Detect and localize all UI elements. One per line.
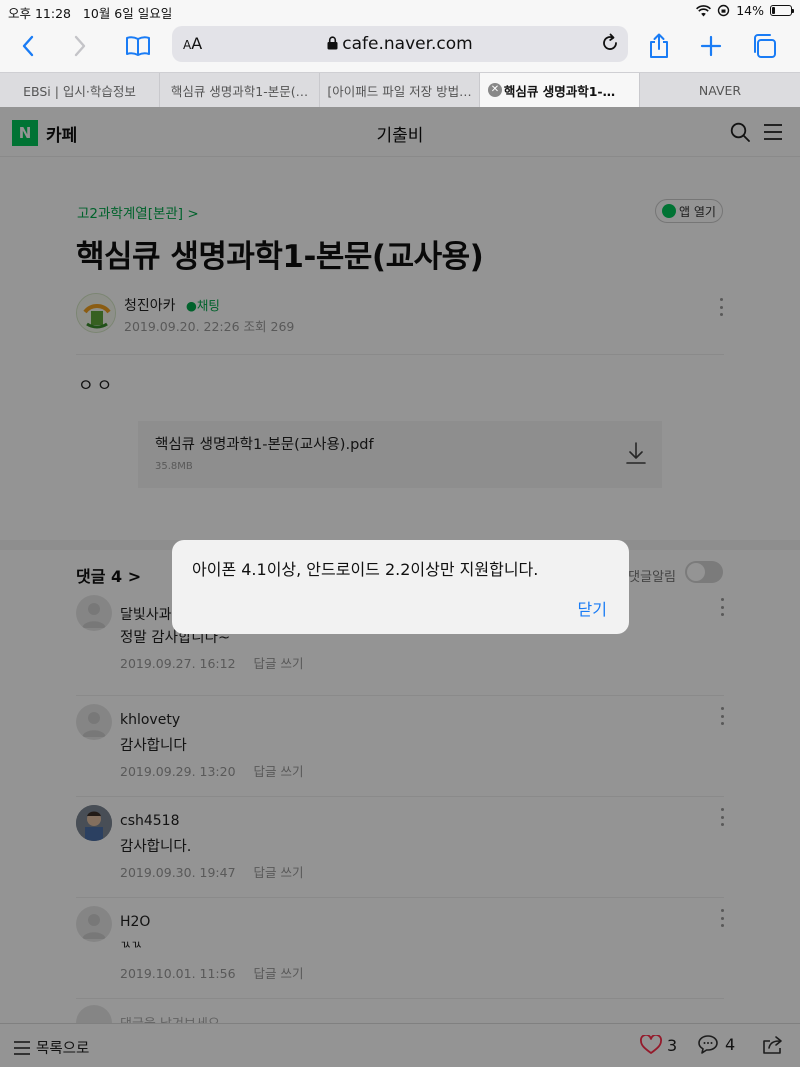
lock-icon <box>327 36 338 50</box>
tabs-icon <box>754 34 776 58</box>
battery-percent: 14% <box>736 3 764 18</box>
reload-icon <box>603 33 617 50</box>
forward-icon <box>74 35 86 57</box>
battery-icon <box>770 5 794 16</box>
alert-close-button[interactable]: 닫기 <box>578 596 607 620</box>
show-tabs-button[interactable] <box>746 28 782 64</box>
tab-haeksimkyu-active[interactable]: ✕ 핵심큐 생명과학1-… <box>480 73 640 107</box>
status-time: 오후 11:28 <box>8 6 71 21</box>
new-tab-button[interactable] <box>693 28 729 64</box>
wifi-icon <box>696 4 712 16</box>
browser-toolbar: AA cafe.naver.com <box>0 22 800 72</box>
alert-dialog: 아이폰 4.1이상, 안드로이드 2.2이상만 지원합니다. 닫기 <box>172 540 629 634</box>
close-tab-icon[interactable]: ✕ <box>488 83 502 97</box>
tab-label: 핵심큐 생명과학1-본문(… <box>170 83 309 99</box>
back-icon <box>22 35 34 57</box>
forward-button[interactable] <box>62 28 98 64</box>
new-tab-icon <box>700 35 722 57</box>
back-button[interactable] <box>10 28 46 64</box>
bookmarks-button[interactable] <box>120 28 156 64</box>
tab-naver[interactable]: NAVER <box>640 73 800 107</box>
tab-label: EBSi | 입시·학습정보 <box>23 83 136 99</box>
tab-label: 핵심큐 생명과학1-… <box>503 83 616 99</box>
url-text[interactable]: cafe.naver.com <box>172 34 628 54</box>
tab-haeksimkyu-1[interactable]: 핵심큐 생명과학1-본문(… <box>160 73 320 107</box>
url-value: cafe.naver.com <box>342 34 473 54</box>
tab-ipad-file[interactable]: [아이패드 파일 저장 방법… <box>320 73 480 107</box>
address-bar[interactable]: AA cafe.naver.com <box>172 26 628 62</box>
battery-level <box>772 7 775 14</box>
tab-label: NAVER <box>698 82 742 98</box>
bookmarks-icon <box>126 36 150 56</box>
status-time-date: 오후 11:28 10월 6일 일요일 <box>8 3 172 22</box>
alert-message: 아이폰 4.1이상, 안드로이드 2.2이상만 지원합니다. <box>192 560 539 579</box>
status-indicators: 14% <box>696 3 794 18</box>
reload-button[interactable] <box>600 33 620 57</box>
orientation-lock-icon <box>718 4 730 17</box>
share-icon <box>650 33 668 58</box>
status-bar: 오후 11:28 10월 6일 일요일 14% <box>0 0 800 22</box>
tab-ebsi[interactable]: EBSi | 입시·학습정보 <box>0 73 160 107</box>
tab-bar: EBSi | 입시·학습정보 핵심큐 생명과학1-본문(… [아이패드 파일 저… <box>0 72 800 107</box>
tab-label: [아이패드 파일 저장 방법… <box>327 83 472 99</box>
status-date: 10월 6일 일요일 <box>82 6 173 21</box>
share-button[interactable] <box>641 28 677 64</box>
